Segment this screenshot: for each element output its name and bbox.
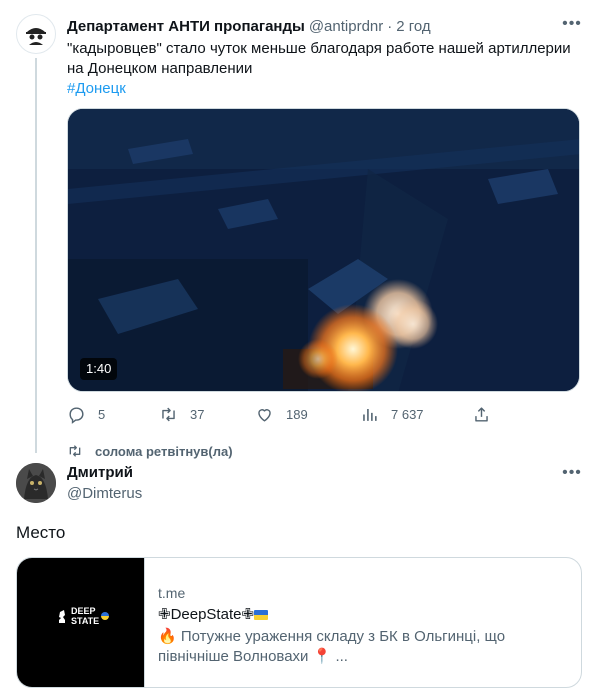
knight-chess-icon <box>59 610 65 623</box>
retweet-count: 37 <box>190 406 205 422</box>
retweeted-by-text: солома ретвітнув(ла) <box>95 443 233 459</box>
author-handle[interactable]: @antiprdnr <box>309 18 383 35</box>
card-body: t.me ✙DeepState✙ 🔥 Потужне ураження скла… <box>145 558 581 687</box>
hashtag-link[interactable]: #Донецк <box>67 79 582 99</box>
video-duration-badge: 1:40 <box>80 358 118 380</box>
logo-text: DEEP STATE <box>71 606 99 626</box>
share-button[interactable] <box>472 402 503 426</box>
video-player[interactable] <box>67 108 580 392</box>
reply-button[interactable]: 5 <box>67 402 105 426</box>
tweet-body: "кадыровцев" стало чуток меньше благодар… <box>67 40 571 77</box>
spy-logo-icon <box>26 28 46 45</box>
heart-icon <box>258 408 271 422</box>
logo-line-2: STATE <box>71 616 100 626</box>
author-name[interactable]: Дмитрий <box>67 464 133 481</box>
tweet-header: Департамент АНТИ пропаганды @antiprdnr ·… <box>67 16 577 36</box>
author-handle[interactable]: @Dimterus <box>67 485 142 502</box>
views-chart-icon <box>363 408 377 421</box>
tweet-text: "кадыровцев" стало чуток меньше благодар… <box>67 39 582 99</box>
author-name[interactable]: Департамент АНТИ пропаганды <box>67 18 305 35</box>
retweet-icon <box>69 445 81 457</box>
card-title: ✙DeepState✙ <box>158 605 581 625</box>
card-title-text: ✙DeepState✙ <box>158 606 255 623</box>
like-count: 189 <box>286 406 308 422</box>
ukraine-flag-icon <box>254 610 269 620</box>
like-button[interactable]: 189 <box>255 402 308 426</box>
thread-connector-line <box>35 58 37 453</box>
views-button[interactable]: 7 637 <box>360 402 424 426</box>
link-preview-card[interactable]: DEEP STATE t.me ✙DeepState✙ 🔥 Потужне ур… <box>16 557 582 688</box>
separator-dot: · <box>387 17 393 35</box>
tweet-timestamp[interactable]: 2 год <box>396 18 430 35</box>
more-dots-icon[interactable]: ••• <box>562 463 582 483</box>
reply-icon <box>69 406 84 424</box>
view-count: 7 637 <box>391 406 424 422</box>
retweeted-by-banner[interactable]: солома ретвітнув(ла) <box>67 442 233 460</box>
author-avatar[interactable] <box>16 463 56 503</box>
reply-count: 5 <box>98 406 106 422</box>
cat-avatar-icon <box>16 463 56 503</box>
share-icon <box>475 406 488 422</box>
more-dots-icon[interactable]: ••• <box>562 14 582 34</box>
tweet-actions: 5 37 189 7 637 <box>67 402 497 426</box>
author-avatar[interactable] <box>16 14 56 54</box>
deepstate-logo: DEEP STATE <box>57 606 110 626</box>
retweet-icon <box>162 407 175 421</box>
card-domain: t.me <box>158 585 186 601</box>
card-description: 🔥 Потужне ураження складу з БК в Ольгинц… <box>158 628 506 665</box>
card-image: DEEP STATE <box>17 558 145 687</box>
video-thumbnail <box>68 109 579 391</box>
tweet-text: Место <box>16 523 66 542</box>
ukraine-flag-dot-icon <box>101 612 110 620</box>
logo-line-1: DEEP <box>71 606 96 616</box>
retweet-button[interactable]: 37 <box>159 402 204 426</box>
